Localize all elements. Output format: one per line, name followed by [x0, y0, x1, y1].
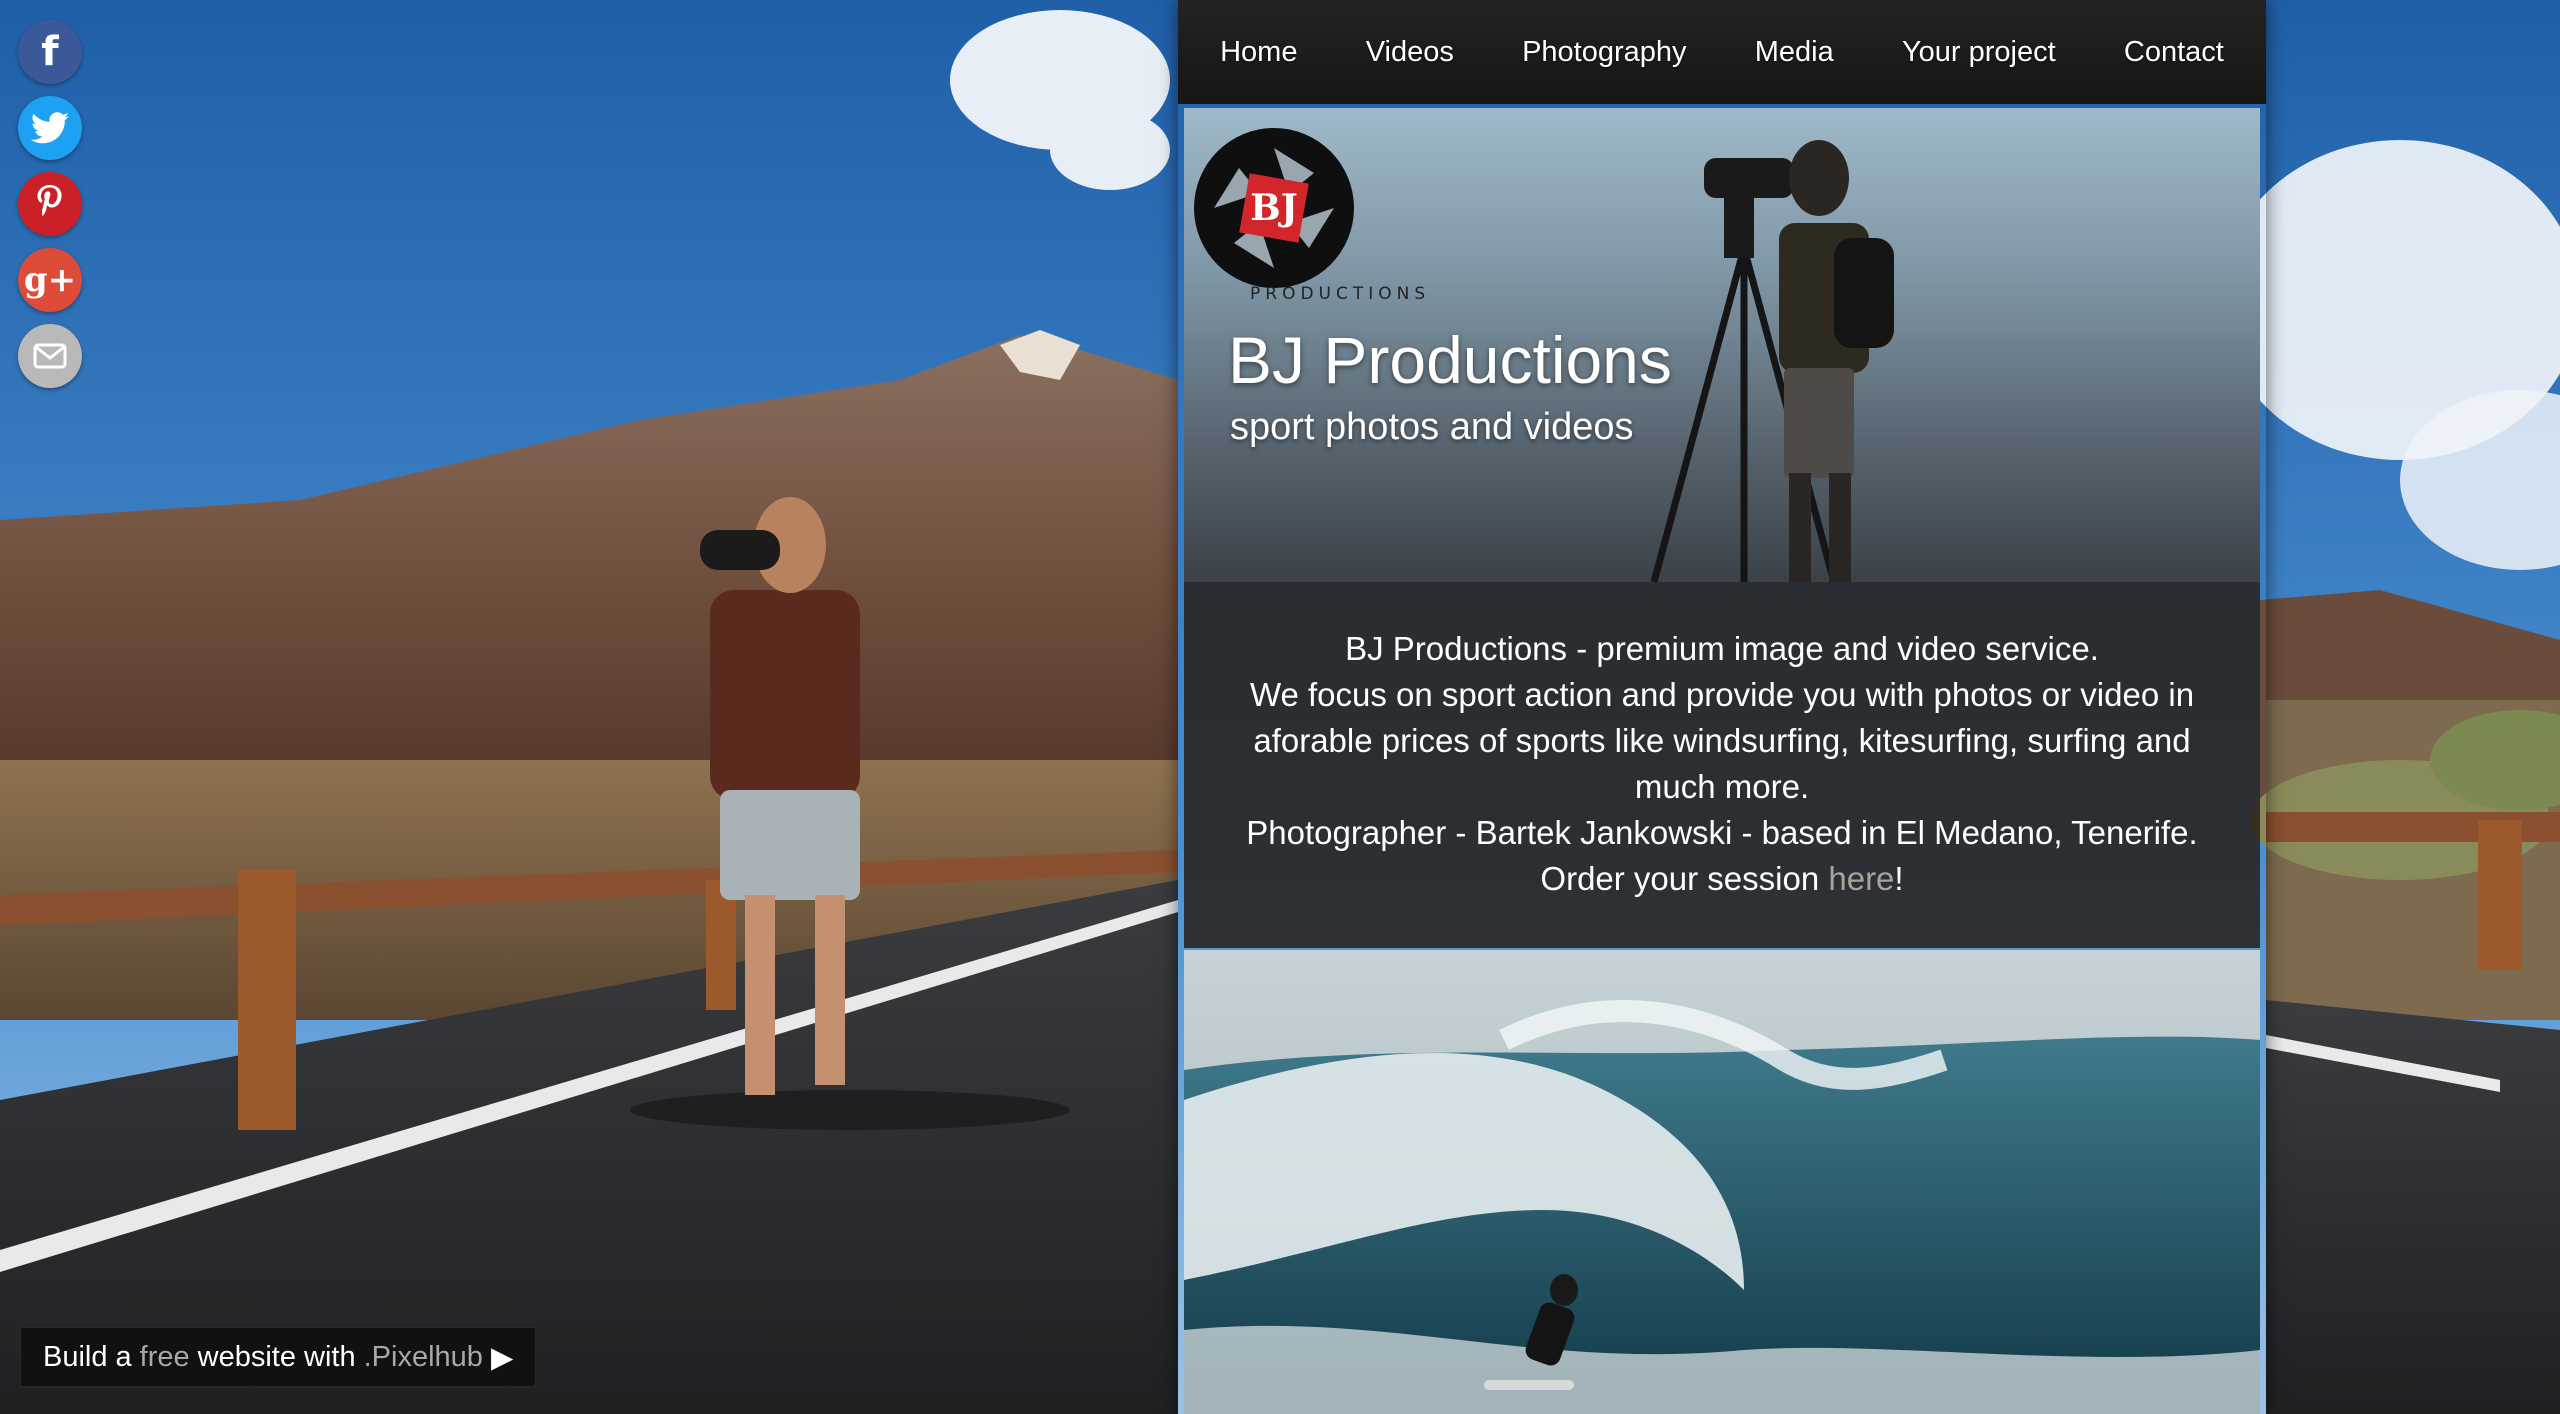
google-plus-button[interactable]: g+	[18, 248, 82, 312]
envelope-icon	[33, 343, 67, 369]
nav-photography[interactable]: Photography	[1512, 30, 1696, 75]
nav-media[interactable]: Media	[1745, 30, 1844, 75]
google-plus-icon: g+	[23, 260, 77, 300]
nav-contact[interactable]: Contact	[2114, 30, 2234, 75]
page-subtitle: sport photos and videos	[1230, 406, 1634, 448]
main-navigation: Home Videos Photography Media Your proje…	[1178, 0, 2266, 104]
play-arrow-icon: ▶	[490, 1341, 514, 1374]
page-title: BJ Productions	[1228, 323, 1672, 397]
banner-text-1: Build a	[43, 1340, 132, 1373]
intro-section: BJ Productions - premium image and video…	[1184, 582, 2260, 948]
order-session-suffix: !	[1894, 860, 1904, 897]
facebook-icon: f	[41, 29, 59, 75]
main-column: Home Videos Photography Media Your proje…	[1178, 0, 2266, 1414]
intro-line-3: Photographer - Bartek Jankowski - based …	[1246, 814, 2198, 851]
pinterest-button[interactable]	[18, 172, 82, 236]
surfing-photo	[1184, 950, 2260, 1414]
email-button[interactable]	[18, 324, 82, 388]
pinterest-icon	[37, 185, 62, 217]
facebook-button[interactable]: f	[18, 20, 82, 84]
twitter-bird-icon	[31, 112, 69, 144]
logo-wordmark: PRODUCTIONS	[1250, 284, 1431, 304]
nav-your-project[interactable]: Your project	[1892, 30, 2066, 75]
logo-mark: BJ	[1250, 187, 1297, 229]
social-share-bar: f g+	[18, 20, 86, 400]
banner-text-free: free	[139, 1340, 190, 1373]
banner-text-pixelhub: .Pixelhub	[363, 1340, 483, 1373]
surfer-wave-image	[1184, 950, 2260, 1414]
intro-line-4: Order your session here!	[1224, 856, 2220, 902]
intro-line-2: We focus on sport action and provide you…	[1249, 676, 2195, 805]
hero-banner: BJ PRODUCTIONS BJ Productions sport phot…	[1184, 108, 2260, 582]
nav-home[interactable]: Home	[1210, 30, 1307, 75]
order-session-text: Order your session	[1540, 860, 1829, 897]
banner-text-2: website with	[197, 1340, 356, 1373]
intro-line-1: BJ Productions - premium image and video…	[1345, 630, 2099, 667]
pixelhub-banner[interactable]: Build a free website with .Pixelhub ▶	[20, 1327, 537, 1387]
nav-videos[interactable]: Videos	[1356, 30, 1464, 75]
twitter-button[interactable]	[18, 96, 82, 160]
order-session-link[interactable]: here	[1828, 860, 1894, 897]
bj-productions-logo: BJ	[1194, 128, 1354, 288]
